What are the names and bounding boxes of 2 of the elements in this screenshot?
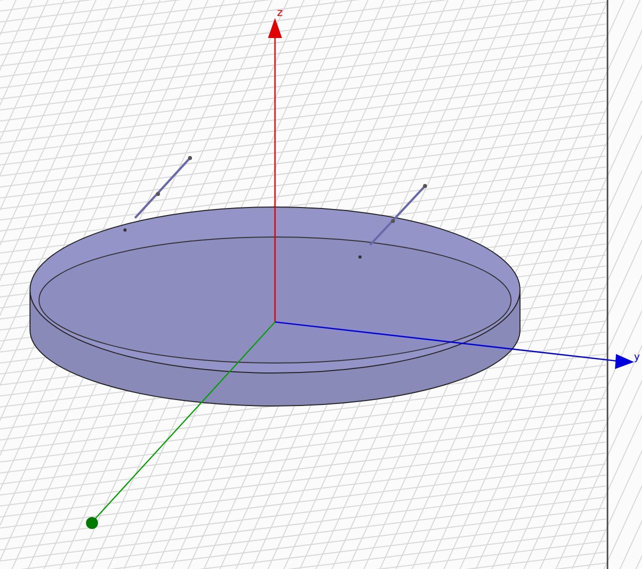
axis-label: z: [277, 6, 283, 19]
axis-label: y: [634, 352, 640, 363]
